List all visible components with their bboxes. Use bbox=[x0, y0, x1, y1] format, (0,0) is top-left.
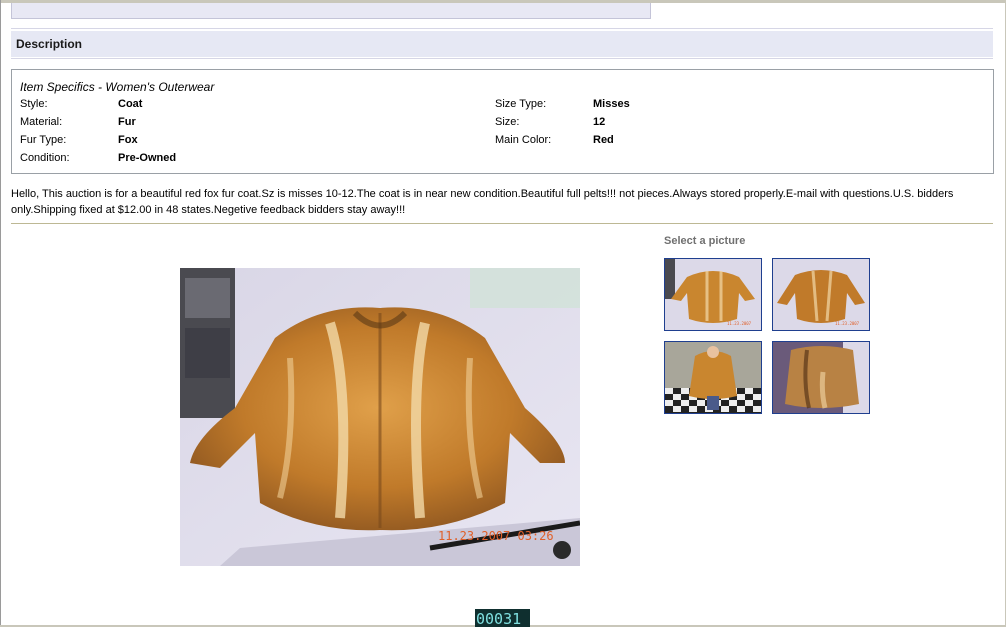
description-top-rule bbox=[11, 28, 993, 29]
spec-label-fur-type: Fur Type: bbox=[20, 134, 67, 146]
hit-counter: 00031 bbox=[475, 609, 530, 627]
item-specifics-box: Item Specifics - Women's Outerwear Style… bbox=[11, 69, 994, 174]
photo-timestamp: 11.23.2007 03:26 bbox=[438, 529, 554, 543]
spec-label-material: Material: bbox=[20, 116, 63, 128]
description-bottom-rule bbox=[11, 58, 993, 59]
description-separator bbox=[11, 223, 993, 224]
hit-counter-value: 00031 bbox=[476, 610, 522, 627]
main-item-photo: 11.23.2007 03:26 bbox=[180, 268, 580, 566]
spec-value-main-color: Red bbox=[593, 134, 614, 146]
seller-description-text: Hello, This auction is for a beautiful r… bbox=[11, 188, 954, 216]
spec-value-fur-type: Fox bbox=[118, 134, 138, 146]
svg-text:11.23.2007: 11.23.2007 bbox=[835, 321, 860, 326]
thumbnail-3[interactable] bbox=[664, 341, 762, 414]
spec-label-size-type: Size Type: bbox=[495, 98, 547, 110]
item-specifics-heading: Item Specifics - Women's Outerwear bbox=[20, 80, 215, 94]
previous-section-bar bbox=[11, 3, 651, 19]
thumbnail-4[interactable] bbox=[772, 341, 870, 414]
svg-text:11.23.2007: 11.23.2007 bbox=[727, 321, 752, 326]
description-header: Description bbox=[11, 31, 993, 57]
spec-value-style: Coat bbox=[118, 98, 143, 110]
spec-label-size: Size: bbox=[495, 116, 520, 128]
description-title: Description bbox=[16, 37, 83, 51]
spec-value-material: Fur bbox=[118, 116, 136, 128]
thumbnail-1[interactable]: 11.23.2007 bbox=[664, 258, 762, 331]
spec-label-main-color: Main Color: bbox=[495, 134, 552, 146]
spec-value-size: 12 bbox=[593, 116, 606, 128]
thumbnail-2[interactable]: 11.23.2007 bbox=[772, 258, 870, 331]
spec-label-condition: Condition: bbox=[20, 152, 70, 164]
spec-value-size-type: Misses bbox=[593, 98, 630, 110]
spec-value-condition: Pre-Owned bbox=[118, 152, 177, 164]
window-left-edge bbox=[0, 0, 1, 627]
select-picture-label: Select a picture bbox=[664, 235, 746, 247]
spec-label-style: Style: bbox=[20, 98, 48, 110]
